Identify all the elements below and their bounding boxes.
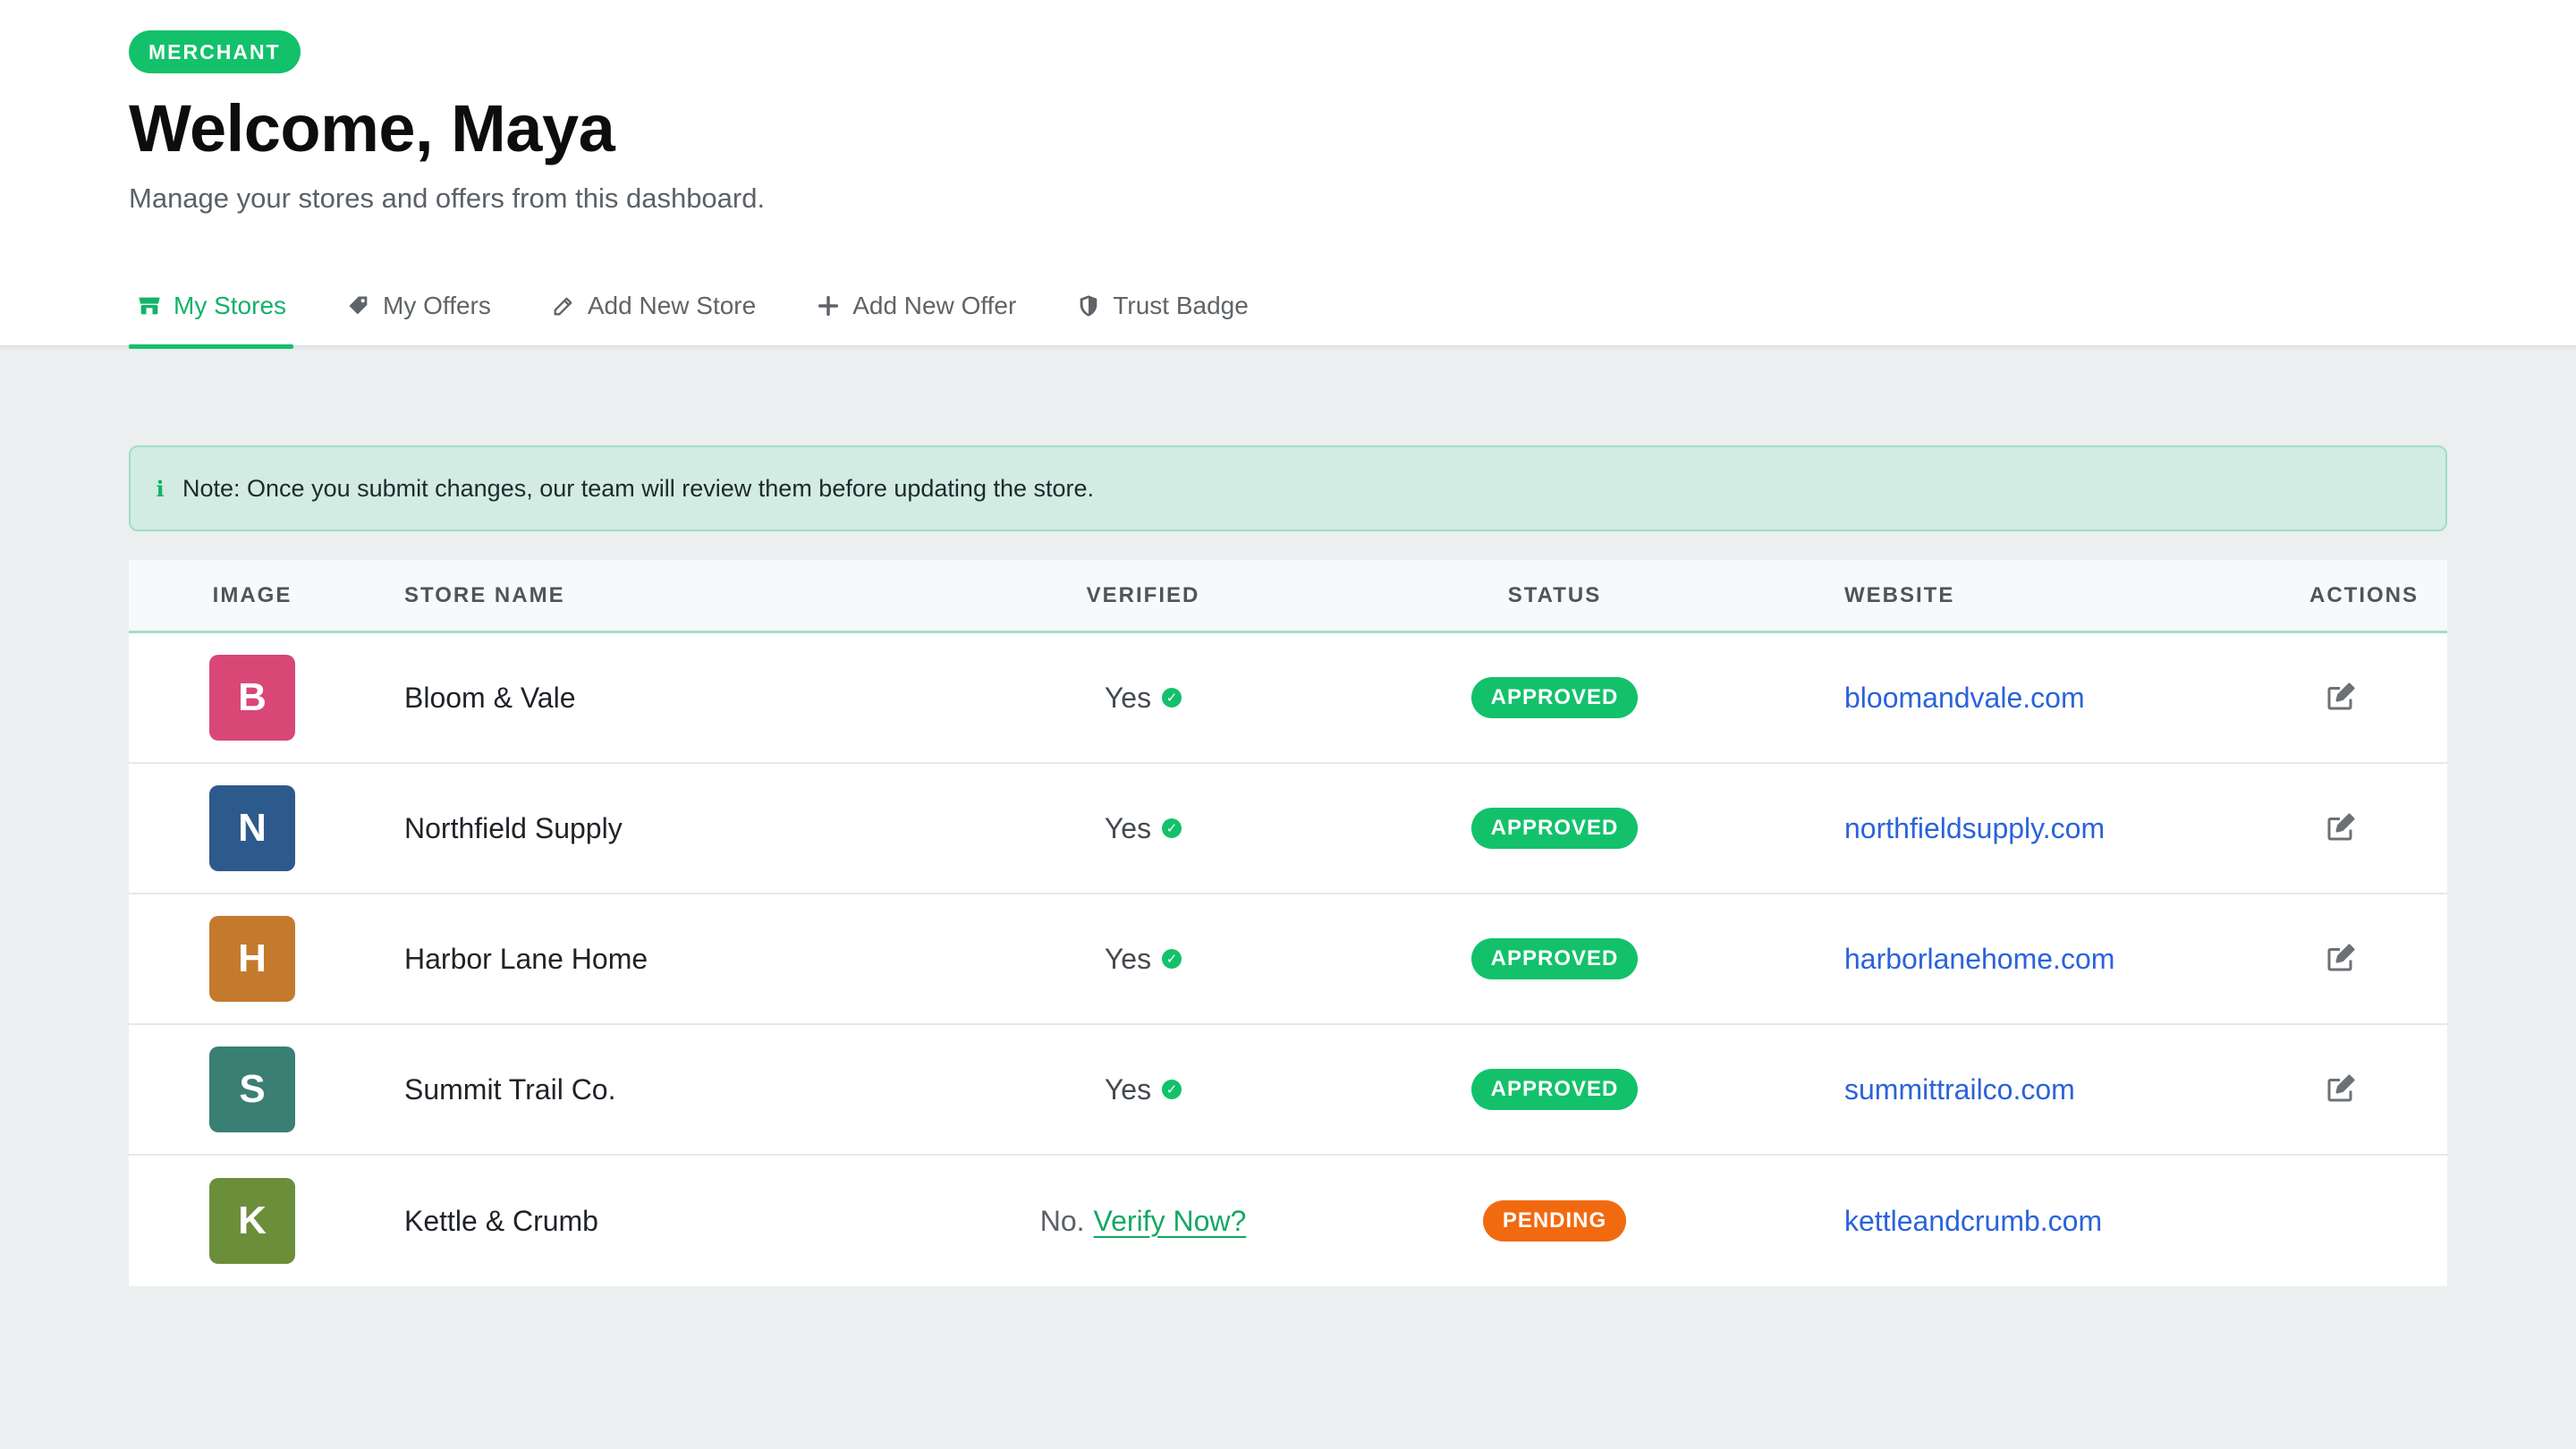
status-badge: APPROVED bbox=[1470, 677, 1639, 718]
table-row: K Kettle & Crumb No. Verify Now? PENDING… bbox=[129, 1156, 2447, 1286]
store-avatar: K bbox=[209, 1178, 295, 1264]
edit-icon[interactable] bbox=[2322, 941, 2358, 977]
table-header: IMAGE STORE NAME VERIFIED STATUS WEBSITE… bbox=[129, 560, 2447, 633]
store-name: Northfield Supply bbox=[404, 811, 623, 844]
edit-icon[interactable] bbox=[2322, 810, 2358, 846]
page-header: MERCHANT Welcome, Maya Manage your store… bbox=[0, 0, 2576, 349]
status-badge: PENDING bbox=[1482, 1200, 1627, 1241]
shield-icon bbox=[1075, 292, 1102, 319]
website-link[interactable]: kettleandcrumb.com bbox=[1844, 1205, 2102, 1237]
website-link[interactable]: bloomandvale.com bbox=[1844, 682, 2085, 714]
column-header-actions: ACTIONS bbox=[2309, 582, 2419, 607]
page-subtitle: Manage your stores and offers from this … bbox=[129, 182, 766, 214]
verified-check-icon: ✓ bbox=[1162, 818, 1182, 838]
column-header-store-name: STORE NAME bbox=[404, 582, 565, 607]
tab-add-new-store[interactable]: Add New Store bbox=[543, 265, 763, 347]
status-badge: APPROVED bbox=[1470, 1069, 1639, 1110]
status-badge: APPROVED bbox=[1470, 938, 1639, 979]
tab-my-offers[interactable]: My Offers bbox=[338, 265, 498, 347]
verified-cell: Yes ✓ bbox=[930, 943, 1356, 976]
website-link[interactable]: harborlanehome.com bbox=[1844, 943, 2114, 975]
store-avatar: S bbox=[209, 1046, 295, 1132]
stores-table: IMAGE STORE NAME VERIFIED STATUS WEBSITE… bbox=[129, 560, 2447, 1286]
verified-text: Yes bbox=[1104, 942, 1152, 975]
info-icon: i bbox=[156, 475, 165, 502]
website-link[interactable]: northfieldsupply.com bbox=[1844, 812, 2105, 844]
table-row: B Bloom & Vale Yes ✓ APPROVED bloomandva… bbox=[129, 633, 2447, 764]
plus-icon bbox=[815, 292, 842, 319]
table-row: N Northfield Supply Yes ✓ APPROVED north… bbox=[129, 764, 2447, 894]
store-name: Kettle & Crumb bbox=[404, 1204, 598, 1237]
tab-label: Trust Badge bbox=[1113, 292, 1249, 319]
tab-bar: My Stores My Offers Add New Store Add Ne… bbox=[129, 265, 1301, 349]
verified-check-icon: ✓ bbox=[1162, 688, 1182, 708]
verified-check-icon: ✓ bbox=[1162, 1080, 1182, 1099]
column-header-website: WEBSITE bbox=[1844, 582, 1955, 607]
page-title: Welcome, Maya bbox=[129, 91, 615, 165]
verified-check-icon: ✓ bbox=[1162, 949, 1182, 969]
verify-now-link[interactable]: Verify Now? bbox=[1094, 1205, 1247, 1238]
tab-label: Add New Offer bbox=[852, 292, 1017, 319]
verified-cell: Yes ✓ bbox=[930, 682, 1356, 715]
column-header-status: STATUS bbox=[1507, 582, 1602, 607]
verified-cell: No. Verify Now? bbox=[930, 1205, 1356, 1238]
store-avatar: B bbox=[209, 655, 295, 741]
website-link[interactable]: summittrailco.com bbox=[1844, 1073, 2075, 1106]
tab-trust-badge[interactable]: Trust Badge bbox=[1068, 265, 1255, 347]
verified-text: No. bbox=[1039, 1204, 1085, 1237]
tab-add-new-offer[interactable]: Add New Offer bbox=[808, 265, 1023, 347]
edit-icon[interactable] bbox=[2322, 680, 2358, 716]
table-row: H Harbor Lane Home Yes ✓ APPROVED harbor… bbox=[129, 894, 2447, 1025]
store-name: Summit Trail Co. bbox=[404, 1072, 616, 1106]
role-badge: MERCHANT bbox=[129, 30, 301, 73]
tab-my-stores[interactable]: My Stores bbox=[129, 265, 294, 349]
tag-icon bbox=[345, 292, 372, 319]
pencil-icon bbox=[550, 292, 577, 319]
tab-label: Add New Store bbox=[587, 292, 757, 319]
table-row: S Summit Trail Co. Yes ✓ APPROVED summit… bbox=[129, 1025, 2447, 1156]
verified-cell: Yes ✓ bbox=[930, 812, 1356, 845]
verified-text: Yes bbox=[1104, 1072, 1152, 1106]
status-badge: APPROVED bbox=[1470, 808, 1639, 849]
column-header-verified: VERIFIED bbox=[1086, 582, 1200, 607]
review-note: i Note: Once you submit changes, our tea… bbox=[129, 445, 2447, 531]
tab-label: My Offers bbox=[383, 292, 491, 319]
store-icon bbox=[136, 292, 163, 319]
column-header-image: IMAGE bbox=[212, 582, 292, 607]
edit-icon[interactable] bbox=[2322, 1072, 2358, 1107]
store-name: Bloom & Vale bbox=[404, 681, 576, 714]
tab-label: My Stores bbox=[174, 292, 287, 319]
store-name: Harbor Lane Home bbox=[404, 942, 648, 975]
store-avatar: N bbox=[209, 785, 295, 871]
note-text: Note: Once you submit changes, our team … bbox=[182, 474, 1095, 502]
verified-text: Yes bbox=[1104, 811, 1152, 844]
verified-cell: Yes ✓ bbox=[930, 1073, 1356, 1106]
verified-text: Yes bbox=[1104, 681, 1152, 714]
store-avatar: H bbox=[209, 916, 295, 1002]
